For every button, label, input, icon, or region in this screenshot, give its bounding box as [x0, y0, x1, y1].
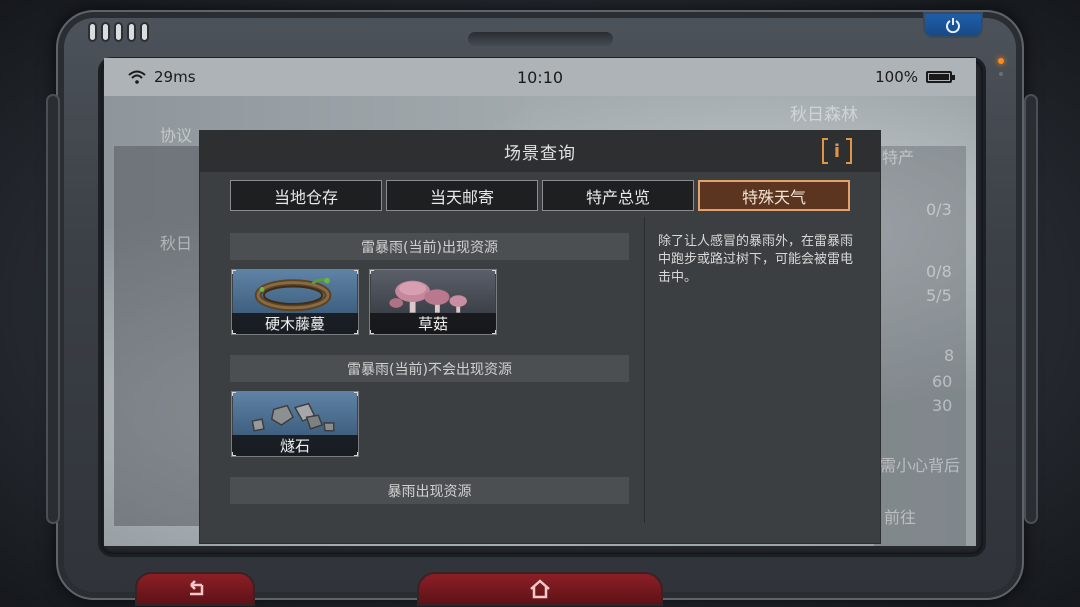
- frame-notch: [468, 32, 613, 46]
- info-icon: i: [833, 140, 841, 162]
- weather-description: 除了让人感冒的暴雨外，在雷暴雨中跑步或路过树下，可能会被雷电击中。: [658, 234, 854, 285]
- left-rail: [46, 94, 60, 524]
- dialog-tabs: 当地仓存 当天邮寄 特产总览 特殊天气: [230, 180, 850, 211]
- back-button[interactable]: [135, 572, 255, 606]
- background-right-bottom: 需小心背后: [880, 456, 961, 475]
- status-bar: 29ms 10:10 100%: [104, 58, 976, 96]
- wifi-icon: [128, 70, 146, 84]
- power-button[interactable]: [923, 12, 983, 38]
- home-button[interactable]: [417, 572, 663, 606]
- tab-local-storage[interactable]: 当地仓存: [230, 180, 382, 211]
- background-left-tab: 协议: [160, 126, 193, 145]
- background-map-title: 秋日森林: [790, 105, 858, 125]
- resource-item-vine[interactable]: 硬木藤蔓: [231, 269, 359, 335]
- game-screen: 协议 秋日 秋日森林 特产 0/3 0/8 5/5 8 60 30 需小心背后 …: [0, 0, 1080, 607]
- clock: 10:10: [516, 67, 564, 87]
- scene-query-dialog: 场景查询 i 当地仓存 当天邮寄 特产总览 特殊天气 雷暴雨(当前)出现资源 硬…: [200, 131, 880, 543]
- background-value-6: 30: [932, 396, 953, 415]
- resource-list-pane: 雷暴雨(当前)出现资源 硬木藤蔓 草菇 雷暴雨(当前)不会出现资源 燧石 暴雨出…: [200, 217, 644, 523]
- background-value-4: 8: [944, 346, 955, 365]
- status-led: [998, 58, 1004, 64]
- section-thunderstorm-present: 雷暴雨(当前)出现资源: [230, 233, 629, 260]
- signal-latency: 29ms: [154, 68, 196, 86]
- background-value-2: 0/8: [926, 262, 952, 281]
- section-thunderstorm-absent: 雷暴雨(当前)不会出现资源: [230, 355, 629, 382]
- tab-specialty-overview[interactable]: 特产总览: [542, 180, 694, 211]
- weather-description-pane: 除了让人感冒的暴雨外，在雷暴雨中跑步或路过树下，可能会被雷电击中。: [644, 217, 880, 523]
- background-right-label: 特产: [882, 148, 915, 167]
- resource-label: 草菇: [370, 313, 496, 334]
- background-bottom-text: 前往: [884, 508, 917, 527]
- resource-label: 硬木藤蔓: [232, 313, 358, 334]
- screen: 协议 秋日 秋日森林 特产 0/3 0/8 5/5 8 60 30 需小心背后 …: [104, 58, 976, 546]
- resource-label: 燧石: [232, 435, 358, 456]
- tab-daily-mail[interactable]: 当天邮寄: [386, 180, 538, 211]
- tab-special-weather[interactable]: 特殊天气: [698, 180, 850, 211]
- resource-item-flint[interactable]: 燧石: [231, 391, 359, 457]
- battery-icon: [926, 71, 955, 83]
- dialog-title: 场景查询: [504, 144, 576, 164]
- background-left-panel: [114, 146, 204, 526]
- back-arrow-icon: [190, 580, 204, 596]
- right-rail: [1024, 94, 1038, 524]
- background-value-3: 5/5: [926, 286, 952, 305]
- background-value-1: 0/3: [926, 200, 952, 219]
- background-value-5: 60: [932, 372, 953, 391]
- dialog-header: 场景查询 i: [200, 131, 880, 172]
- battery-percent: 100%: [875, 68, 918, 86]
- status-led-2: [999, 72, 1003, 76]
- section-rainstorm-present: 暴雨出现资源: [230, 477, 629, 504]
- background-left-item: 秋日: [160, 234, 193, 253]
- home-icon: [530, 579, 550, 599]
- frame-vents: [88, 22, 149, 42]
- power-icon: [946, 18, 960, 33]
- resource-item-mushroom[interactable]: 草菇: [369, 269, 497, 335]
- info-button[interactable]: i: [822, 138, 852, 164]
